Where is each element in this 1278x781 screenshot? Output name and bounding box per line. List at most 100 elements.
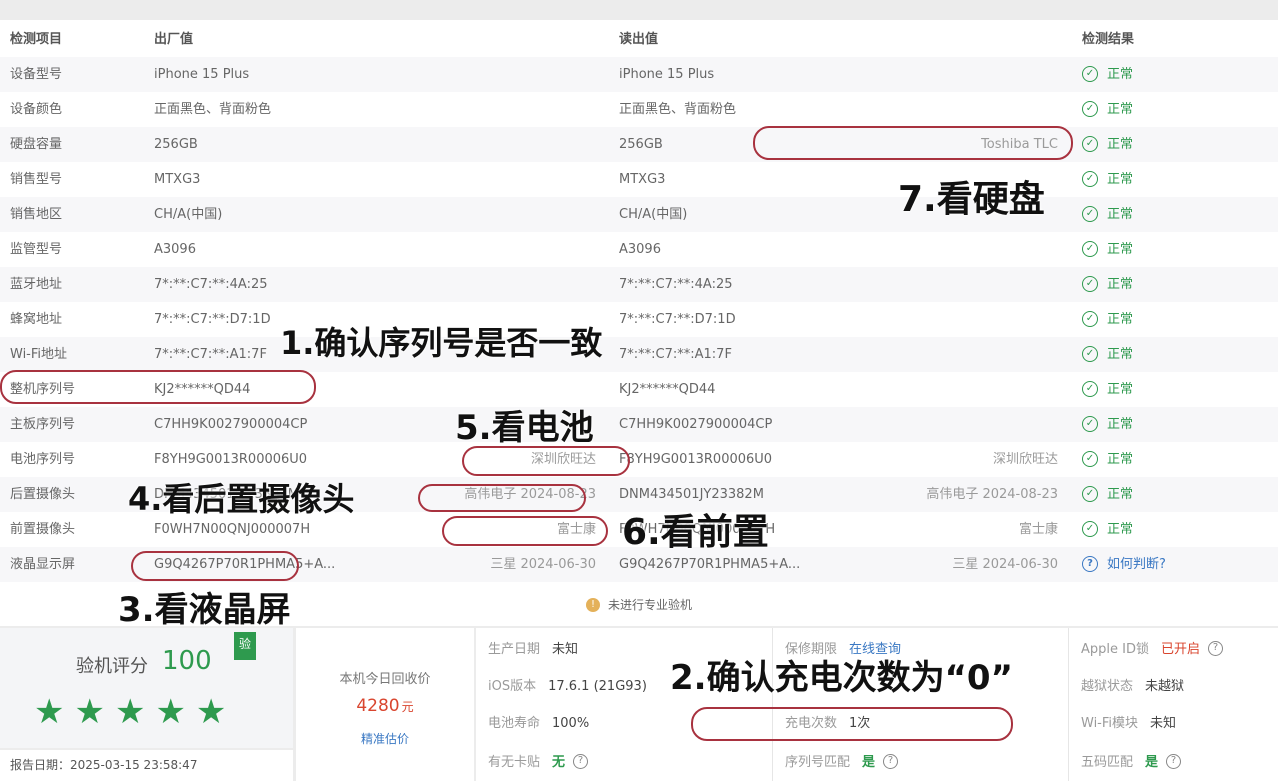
table-row: 电池序列号 F8YH9G0013R00006U0 深圳欣旺达 F8YH9G0013R0… (0, 442, 1278, 477)
not-professional-text: 未进行专业验机 (607, 598, 692, 612)
highlight-ring-serial (0, 370, 316, 404)
score-value: 100 (162, 646, 212, 676)
help-icon[interactable]: ? (883, 754, 899, 769)
verified-badge: 验 (234, 632, 256, 660)
row-result: ✓ 正常 (1082, 92, 1133, 127)
header-factory-value: 出厂值 (154, 32, 194, 47)
detail-sim-sticker: 有无卡贴无? (476, 744, 589, 781)
annotation-4: 4.看后置摄像头 (128, 480, 355, 518)
row-read-extra (870, 337, 1058, 372)
row-read-extra (870, 92, 1058, 127)
row-item-label: 电池序列号 (10, 452, 76, 467)
row-factory-extra (420, 267, 596, 302)
price-amount: 4280 (356, 696, 400, 716)
help-icon[interactable]: ? (1208, 641, 1223, 656)
row-item-label: 销售型号 (10, 172, 63, 187)
row-read-value: 7*:**:C7:**:D7:1D (619, 312, 736, 327)
row-read-extra: 三星 2024-06-30 (952, 557, 1058, 572)
row-result-text: 正常 (1107, 382, 1134, 397)
check-circle-icon: ✓ (1082, 170, 1098, 187)
annotation-3: 3.看液晶屏 (118, 590, 291, 630)
row-result: ✓ 正常 (1082, 302, 1133, 337)
row-item-label: 设备型号 (10, 67, 63, 82)
help-icon[interactable]: ? (573, 754, 589, 769)
row-result[interactable]: ? 如何判断? (1082, 547, 1166, 582)
highlight-ring-battery (462, 446, 630, 476)
row-result: ✓ 正常 (1082, 162, 1133, 197)
question-icon: ? (1082, 555, 1098, 572)
header-result: 检测结果 (1082, 32, 1135, 47)
row-factory-value: 256GB (154, 137, 198, 152)
row-read-value: A3096 (619, 242, 661, 257)
price-card: 本机今日回收价 4280 元 精准估价 (296, 628, 474, 781)
row-factory-extra (420, 127, 596, 162)
row-read-value: 正面黑色、背面粉色 (619, 102, 737, 117)
detail-five-code-match: 五码匹配是? (1069, 744, 1182, 781)
check-circle-icon: ✓ (1082, 380, 1098, 397)
check-circle-icon: ✓ (1082, 415, 1098, 432)
detail-ios-version: iOS版本 17.6.1 (21G93) (488, 679, 647, 694)
check-circle-icon: ✓ (1082, 310, 1098, 327)
detail-battery-health: 电池寿命 100% (488, 716, 590, 731)
detail-serial-match: 序列号匹配是? (773, 744, 899, 781)
summary-panel: 验机评分 100 验 ★★★★★ 报告日期：2025-03-15 23:58:4… (0, 628, 1278, 781)
highlight-ring-display (131, 551, 299, 581)
row-read-extra: 深圳欣旺达 (992, 452, 1058, 467)
row-result-text: 正常 (1107, 137, 1134, 152)
row-read-extra (870, 302, 1058, 337)
row-read-extra (870, 57, 1058, 92)
row-read-value: KJ2******QD44 (619, 382, 716, 397)
score-label: 验机评分 (76, 656, 148, 677)
table-row: 销售型号 MTXG3 MTXG3 ✓ 正常 (0, 162, 1278, 197)
row-item-label: 前置摄像头 (10, 522, 76, 537)
table-row: 主板序列号 C7HH9K0027900004CP C7HH9K0027900004C… (0, 407, 1278, 442)
star-rating: ★★★★★ (34, 692, 237, 732)
check-circle-icon: ✓ (1082, 135, 1098, 152)
annotation-1: 1.确认序列号是否一致 (280, 324, 603, 362)
table-row: 蜂窝地址 7*:**:C7:**:D7:1D 7*:**:C7:**:D7:1D ✓ 正… (0, 302, 1278, 337)
table-row: 销售地区 CH/A(中国) CH/A(中国) ✓ 正常 (0, 197, 1278, 232)
row-factory-value: 正面黑色、背面粉色 (154, 102, 272, 117)
row-result-text: 如何判断? (1107, 557, 1166, 572)
highlight-ring-front-camera (442, 516, 608, 546)
table-row: Wi-Fi地址 7*:**:C7:**:A1:7F 7*:**:C7:**:A1:7… (0, 337, 1278, 372)
check-circle-icon: ✓ (1082, 205, 1098, 222)
check-circle-icon: ✓ (1082, 520, 1098, 537)
detail-apple-id-lock: Apple ID锁 已开启? (1069, 631, 1223, 668)
row-item-label: 蓝牙地址 (10, 277, 63, 292)
row-result: ✓ 正常 (1082, 372, 1133, 407)
row-result: ✓ 正常 (1082, 407, 1133, 442)
row-read-extra (870, 372, 1058, 407)
row-factory-extra: 三星 2024-06-30 (490, 557, 596, 572)
detail-jailbreak: 越狱状态 未越狱 (1081, 679, 1185, 694)
price-label: 本机今日回收价 (339, 672, 431, 687)
row-item-label: 硬盘容量 (10, 137, 63, 152)
table-row: 蓝牙地址 7*:**:C7:**:4A:25 7*:**:C7:**:4A:25 ✓ 正… (0, 267, 1278, 302)
row-result: ✓ 正常 (1082, 337, 1133, 372)
row-result-text: 正常 (1107, 277, 1134, 292)
table-row: 设备型号 iPhone 15 Plus iPhone 15 Plus ✓ 正常 (0, 57, 1278, 92)
row-result-text: 正常 (1107, 417, 1134, 432)
row-result-text: 正常 (1107, 207, 1134, 222)
report-date: 报告日期：2025-03-15 23:58:47 (0, 750, 293, 781)
row-factory-value: 7*:**:C7:**:4A:25 (154, 277, 268, 292)
row-factory-value: C7HH9K0027900004CP (154, 417, 308, 432)
accurate-estimate-link[interactable]: 精准估价 (296, 730, 474, 747)
price-unit: 元 (401, 700, 414, 714)
row-factory-value: F8YH9G0013R00006U0 (154, 452, 308, 467)
annotation-2: 2.确认充电次数为“0” (670, 658, 1013, 698)
row-item-label: 液晶显示屏 (10, 557, 76, 572)
check-circle-icon: ✓ (1082, 275, 1098, 292)
row-item-label: 销售地区 (10, 207, 63, 222)
row-factory-value: A3096 (154, 242, 196, 257)
check-circle-icon: ✓ (1082, 345, 1098, 362)
row-factory-value: 7*:**:C7:**:D7:1D (154, 312, 271, 327)
row-item-label: 蜂窝地址 (10, 312, 63, 327)
row-factory-value: iPhone 15 Plus (154, 67, 250, 82)
help-icon[interactable]: ? (1166, 754, 1182, 769)
row-result-text: 正常 (1107, 102, 1134, 117)
row-factory-value: 7*:**:C7:**:A1:7F (154, 347, 267, 362)
row-read-value: MTXG3 (619, 172, 666, 187)
row-factory-extra (420, 162, 596, 197)
row-result-text: 正常 (1107, 452, 1134, 467)
